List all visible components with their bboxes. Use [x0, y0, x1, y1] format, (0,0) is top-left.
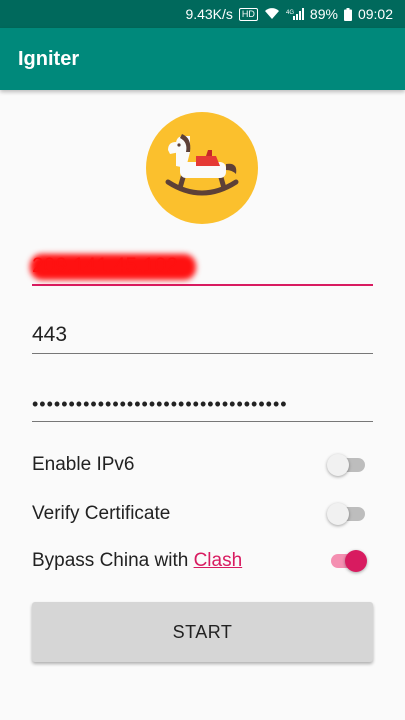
verify-certificate-option: Verify Certificate — [32, 496, 373, 532]
app-logo — [146, 112, 258, 224]
start-button[interactable]: START — [32, 602, 373, 662]
ipv6-switch[interactable] — [327, 453, 369, 477]
ipv6-label: Enable IPv6 — [32, 454, 135, 475]
verify-certificate-switch[interactable] — [327, 502, 369, 526]
port-value: 443 — [32, 323, 68, 346]
signal-icon: 4G — [286, 8, 304, 20]
status-bar: 9.43K/s HD 4G 89% 09:02 — [0, 0, 405, 28]
switch-thumb — [327, 503, 349, 525]
password-field[interactable]: ••••••••••••••••••••••••••••••••••• — [32, 386, 373, 422]
server-address-value: 209.141.45.102 — [32, 254, 178, 277]
ipv6-option: Enable IPv6 — [32, 447, 373, 483]
bypass-china-switch[interactable] — [329, 549, 369, 573]
network-speed: 9.43K/s — [185, 6, 233, 22]
bypass-china-option: Bypass China with Clash — [32, 543, 373, 579]
app-title: Igniter — [18, 47, 80, 70]
clock: 09:02 — [357, 6, 393, 22]
bypass-label-prefix: Bypass China with — [32, 550, 194, 571]
server-address-field[interactable]: 209.141.45.102 — [30, 250, 373, 286]
clash-link[interactable]: Clash — [194, 550, 243, 571]
port-field[interactable]: 443 — [32, 318, 373, 354]
wifi-icon — [264, 8, 280, 20]
rocking-horse-icon — [165, 134, 239, 196]
svg-text:4G: 4G — [286, 10, 294, 16]
switch-thumb — [345, 550, 367, 572]
password-value: ••••••••••••••••••••••••••••••••••• — [32, 394, 288, 414]
battery-percent: 89% — [309, 6, 338, 22]
switch-thumb — [327, 454, 349, 476]
hd-badge: HD — [238, 7, 258, 21]
battery-icon — [343, 7, 352, 21]
bypass-china-label: Bypass China with Clash — [32, 550, 242, 572]
verify-certificate-label: Verify Certificate — [32, 503, 171, 524]
app-bar: Igniter — [0, 28, 405, 90]
